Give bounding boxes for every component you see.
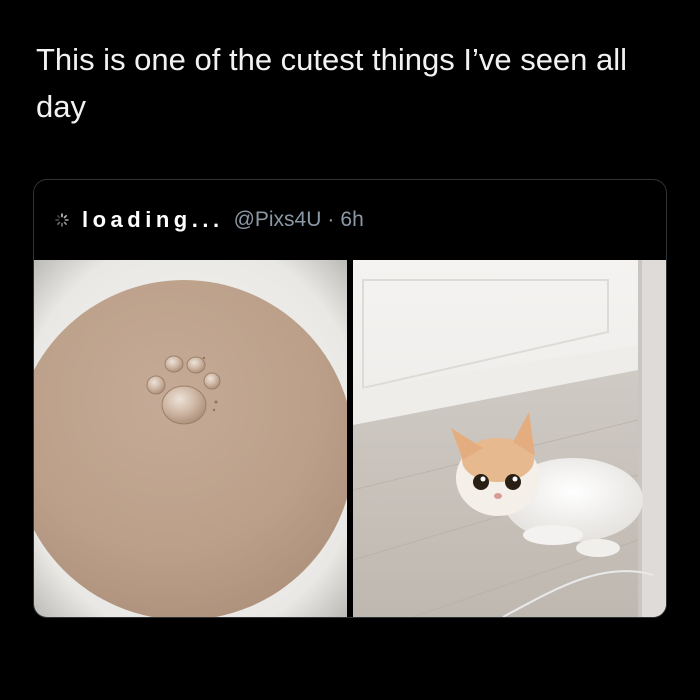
quoted-handle[interactable]: @Pixs4U	[234, 208, 322, 232]
milk-tea-cup-with-paw-bubble-image[interactable]	[34, 260, 347, 617]
quoted-tweet-header: loading... @Pixs4U · 6h	[34, 180, 666, 260]
loading-spinner-icon[interactable]	[54, 212, 70, 228]
post-text: This is one of the cutest things I’ve se…	[36, 42, 628, 124]
media-grid	[34, 260, 666, 617]
kitten-lying-on-floor-image[interactable]	[353, 260, 666, 617]
quoted-display-name[interactable]: loading...	[82, 207, 224, 233]
quoted-tweet-card[interactable]: loading... @Pixs4U · 6h	[33, 179, 667, 618]
quoted-timestamp[interactable]: 6h	[340, 208, 363, 232]
separator-dot: ·	[327, 208, 335, 231]
